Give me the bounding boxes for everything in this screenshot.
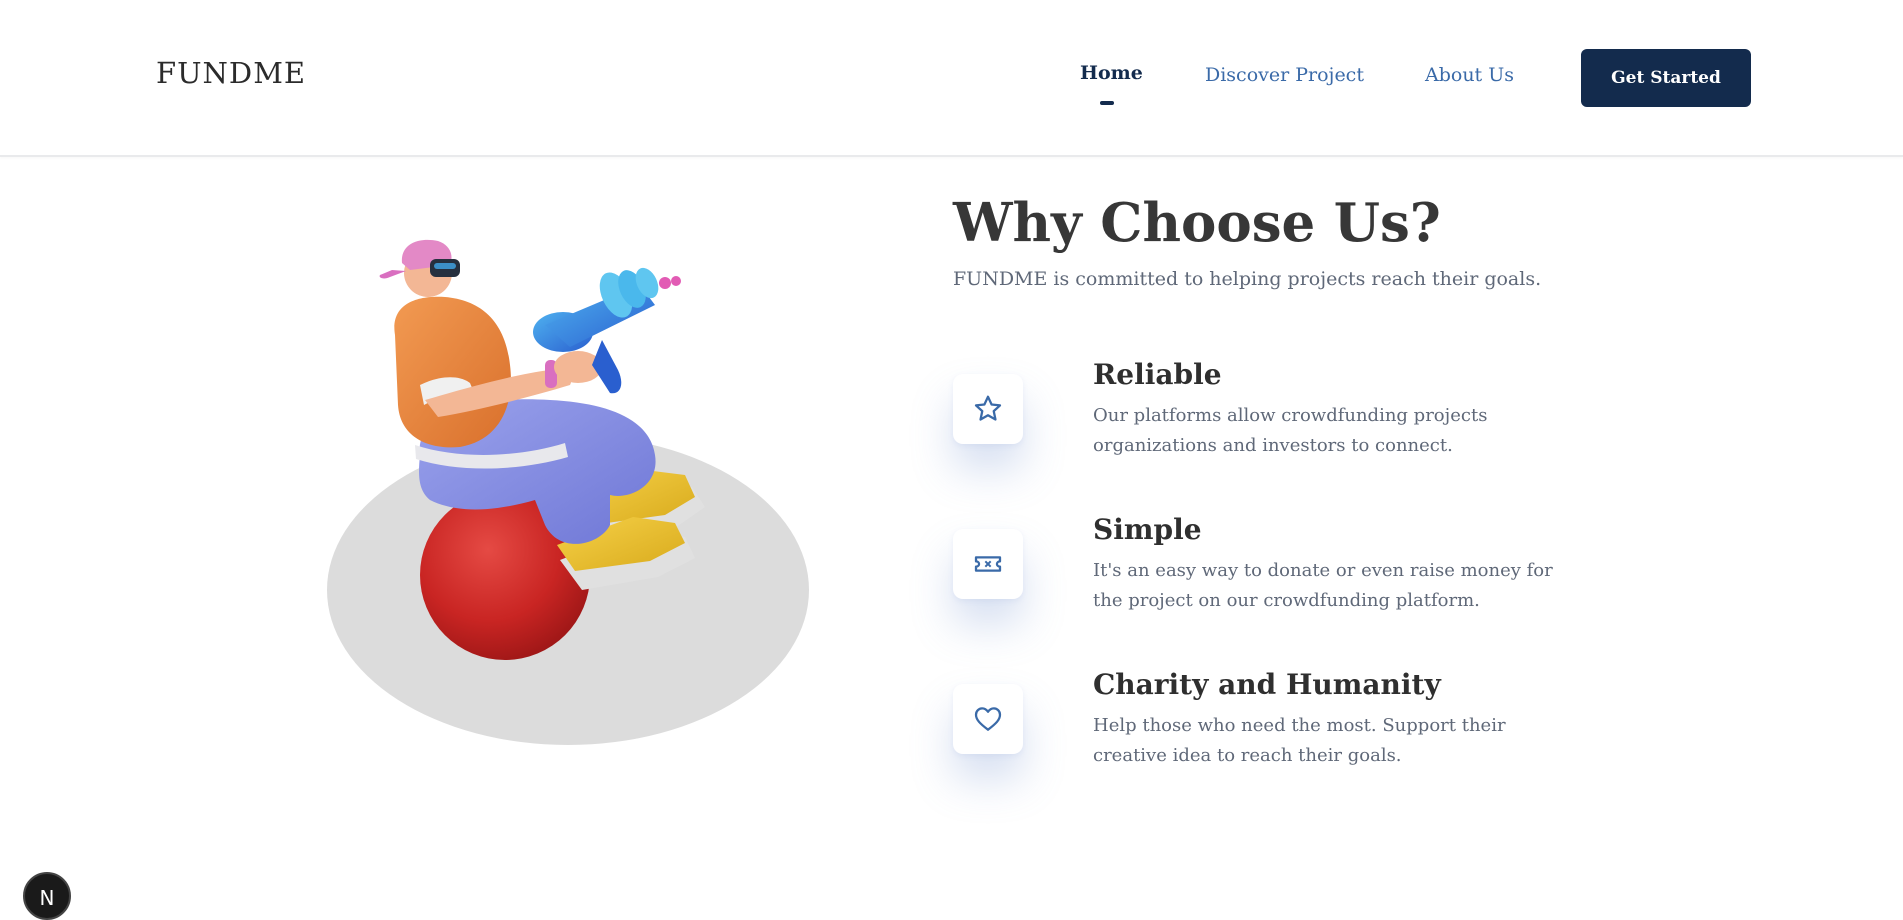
nav-about-us[interactable]: About Us [1425,64,1514,86]
feature-desc-simple: It's an easy way to donate or even raise… [1093,560,1553,611]
simple-icon-card [953,529,1023,599]
section-subtitle: FUNDME is committed to helping projects … [953,268,1542,290]
site-header: FUNDME Home Discover Project About Us Ge… [0,0,1903,157]
feature-title-reliable: Reliable [1093,358,1222,391]
heart-icon [974,707,1002,731]
logo[interactable]: FUNDME [156,56,306,90]
next-dev-badge[interactable]: N [23,872,71,920]
star-icon [974,395,1002,421]
charity-icon-card [953,684,1023,754]
nav-home[interactable]: Home [1080,62,1143,84]
feature-desc-reliable: Our platforms allow crowdfunding project… [1093,405,1488,456]
feature-desc-charity: Help those who need the most. Support th… [1093,715,1506,766]
reliable-icon-card [953,374,1023,444]
character-on-ball-illustration [327,239,809,745]
nav-discover-project[interactable]: Discover Project [1205,64,1364,86]
feature-title-simple: Simple [1093,513,1202,546]
ticket-icon [974,556,1002,572]
hero-illustration [320,225,820,755]
get-started-button[interactable]: Get Started [1581,49,1751,107]
feature-title-charity: Charity and Humanity [1093,668,1441,701]
section-title: Why Choose Us? [953,192,1441,254]
active-nav-indicator [1100,101,1114,105]
